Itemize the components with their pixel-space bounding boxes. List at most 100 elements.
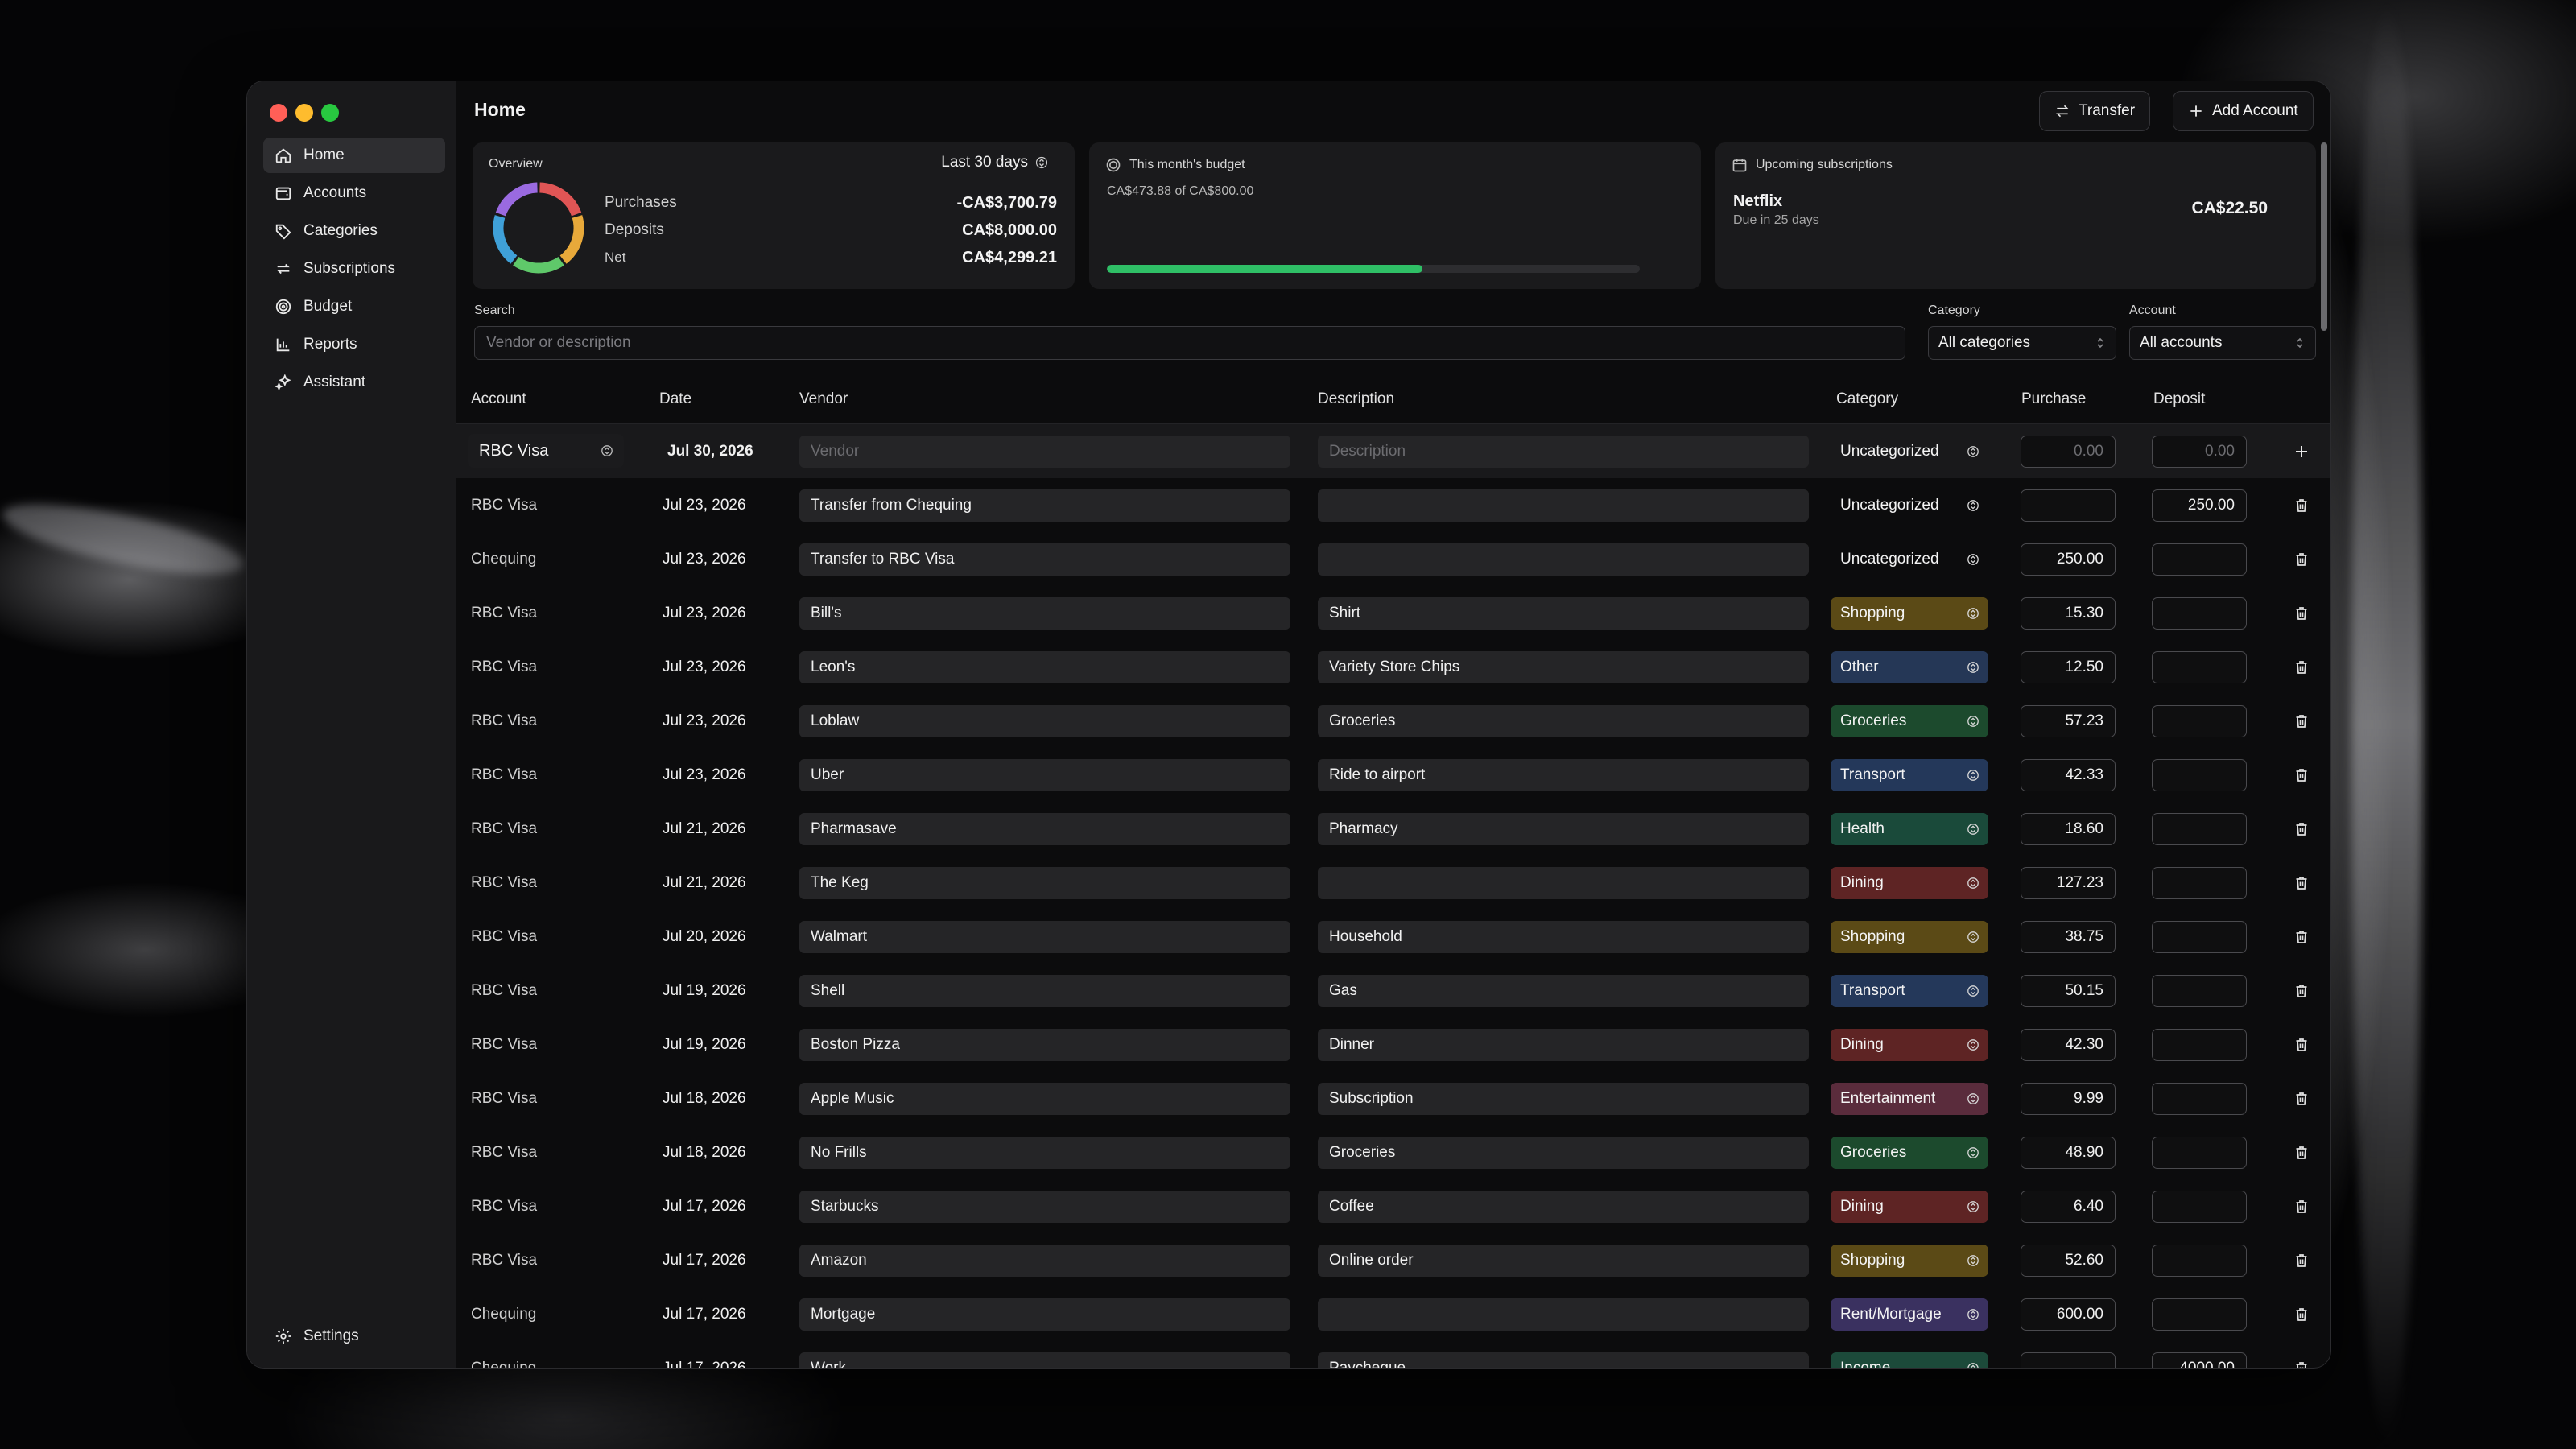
row-date[interactable]: Jul 20, 2026 — [663, 910, 775, 964]
row-description-input[interactable] — [1318, 543, 1809, 576]
row-vendor-input[interactable]: Pharmasave — [799, 813, 1290, 845]
row-deposit-input[interactable] — [2152, 705, 2247, 737]
account-filter-select[interactable]: All accounts — [2129, 326, 2316, 360]
row-description-input[interactable]: Ride to airport — [1318, 759, 1809, 791]
row-date[interactable]: Jul 21, 2026 — [663, 856, 775, 910]
row-category-select[interactable]: Shopping — [1831, 921, 1988, 953]
row-account[interactable]: RBC Visa — [471, 1125, 632, 1179]
row-date[interactable]: Jul 23, 2026 — [663, 478, 775, 532]
row-description-input[interactable]: Household — [1318, 921, 1809, 953]
row-category-select[interactable]: Other — [1831, 651, 1988, 683]
row-vendor-input[interactable]: Leon's — [799, 651, 1290, 683]
header-account[interactable]: Account — [471, 390, 526, 408]
row-date[interactable]: Jul 17, 2026 — [663, 1341, 775, 1368]
row-date[interactable]: Jul 17, 2026 — [663, 1233, 775, 1287]
row-description-input[interactable]: Variety Store Chips — [1318, 651, 1809, 683]
range-select[interactable]: Last 30 days — [941, 154, 1047, 171]
row-description-input[interactable]: Pharmacy — [1318, 813, 1809, 845]
row-category-select[interactable]: Shopping — [1831, 597, 1988, 630]
row-deposit-input[interactable] — [2152, 921, 2247, 953]
row-vendor-input[interactable]: Bill's — [799, 597, 1290, 630]
trash-icon[interactable] — [2293, 497, 2310, 514]
row-purchase-input[interactable]: 12.50 — [2021, 651, 2116, 683]
trash-icon[interactable] — [2293, 1307, 2310, 1323]
row-deposit-input[interactable] — [2152, 1083, 2247, 1115]
row-account[interactable]: Chequing — [471, 532, 632, 586]
transfer-button[interactable]: Transfer — [2039, 91, 2151, 131]
row-date[interactable]: Jul 19, 2026 — [663, 1018, 775, 1071]
row-deposit-input[interactable] — [2152, 597, 2247, 630]
trash-icon[interactable] — [2293, 605, 2310, 621]
trash-icon[interactable] — [2293, 1199, 2310, 1215]
row-account[interactable]: RBC Visa — [471, 1071, 632, 1125]
row-vendor-input[interactable]: Loblaw — [799, 705, 1290, 737]
row-deposit-input[interactable] — [2152, 867, 2247, 899]
row-deposit-input[interactable] — [2152, 543, 2247, 576]
row-date[interactable]: Jul 18, 2026 — [663, 1125, 775, 1179]
row-purchase-input[interactable]: 42.33 — [2021, 759, 2116, 791]
trash-icon[interactable] — [2293, 659, 2310, 675]
row-description-input[interactable]: Dinner — [1318, 1029, 1809, 1061]
row-category-select[interactable]: Uncategorized — [1831, 489, 1988, 522]
new-row-account-select[interactable]: RBC Visa — [468, 434, 624, 468]
row-vendor-input[interactable]: Starbucks — [799, 1191, 1290, 1223]
trash-icon[interactable] — [2293, 1091, 2310, 1107]
row-account[interactable]: RBC Visa — [471, 802, 632, 856]
row-account[interactable]: Chequing — [471, 1287, 632, 1341]
row-purchase-input[interactable]: 42.30 — [2021, 1029, 2116, 1061]
row-vendor-input[interactable]: Uber — [799, 759, 1290, 791]
search-input[interactable] — [486, 334, 1893, 352]
trash-icon[interactable] — [2293, 875, 2310, 891]
header-purchase[interactable]: Purchase — [2021, 390, 2086, 408]
row-category-select[interactable]: Transport — [1831, 759, 1988, 791]
sidebar-item-budget[interactable]: Budget — [263, 289, 445, 324]
row-category-select[interactable]: Dining — [1831, 867, 1988, 899]
row-description-input[interactable]: Groceries — [1318, 1137, 1809, 1169]
row-vendor-input[interactable]: Shell — [799, 975, 1290, 1007]
trash-icon[interactable] — [2293, 1360, 2310, 1368]
row-deposit-input[interactable]: 250.00 — [2152, 489, 2247, 522]
row-account[interactable]: RBC Visa — [471, 856, 632, 910]
row-date[interactable]: Jul 23, 2026 — [663, 640, 775, 694]
row-purchase-input[interactable]: 600.00 — [2021, 1298, 2116, 1331]
row-description-input[interactable]: Coffee — [1318, 1191, 1809, 1223]
row-purchase-input[interactable]: 50.15 — [2021, 975, 2116, 1007]
row-description-input[interactable] — [1318, 489, 1809, 522]
row-account[interactable]: RBC Visa — [471, 1179, 632, 1233]
row-date[interactable]: Jul 18, 2026 — [663, 1071, 775, 1125]
trash-icon[interactable] — [2293, 551, 2310, 568]
row-category-select[interactable]: Income — [1831, 1352, 1988, 1368]
close-window-button[interactable] — [270, 104, 287, 122]
row-deposit-input[interactable] — [2152, 1245, 2247, 1277]
sidebar-item-reports[interactable]: Reports — [263, 327, 445, 362]
row-purchase-input[interactable] — [2021, 489, 2116, 522]
row-vendor-input[interactable]: Walmart — [799, 921, 1290, 953]
sidebar-item-settings[interactable]: Settings — [275, 1327, 359, 1345]
header-deposit[interactable]: Deposit — [2153, 390, 2205, 408]
row-category-select[interactable]: Dining — [1831, 1191, 1988, 1223]
trash-icon[interactable] — [2293, 713, 2310, 729]
row-purchase-input[interactable]: 18.60 — [2021, 813, 2116, 845]
row-date[interactable]: Jul 23, 2026 — [663, 694, 775, 748]
row-description-input[interactable]: Shirt — [1318, 597, 1809, 630]
row-purchase-input[interactable]: 15.30 — [2021, 597, 2116, 630]
row-account[interactable]: RBC Visa — [471, 748, 632, 802]
row-description-input[interactable]: Groceries — [1318, 705, 1809, 737]
row-vendor-input[interactable]: Apple Music — [799, 1083, 1290, 1115]
row-account[interactable]: RBC Visa — [471, 964, 632, 1018]
new-row-description-input[interactable]: Description — [1318, 436, 1809, 468]
category-filter-select[interactable]: All categories — [1928, 326, 2116, 360]
row-vendor-input[interactable]: Transfer to RBC Visa — [799, 543, 1290, 576]
row-deposit-input[interactable] — [2152, 975, 2247, 1007]
row-category-select[interactable]: Groceries — [1831, 705, 1988, 737]
row-description-input[interactable]: Online order — [1318, 1245, 1809, 1277]
row-account[interactable]: RBC Visa — [471, 640, 632, 694]
sidebar-item-assistant[interactable]: Assistant — [263, 365, 445, 400]
row-vendor-input[interactable]: No Frills — [799, 1137, 1290, 1169]
row-purchase-input[interactable]: 57.23 — [2021, 705, 2116, 737]
row-account[interactable]: RBC Visa — [471, 586, 632, 640]
trash-icon[interactable] — [2293, 1037, 2310, 1053]
new-row-deposit-input[interactable]: 0.00 — [2152, 436, 2247, 468]
row-description-input[interactable]: Gas — [1318, 975, 1809, 1007]
row-category-select[interactable]: Uncategorized — [1831, 543, 1988, 576]
